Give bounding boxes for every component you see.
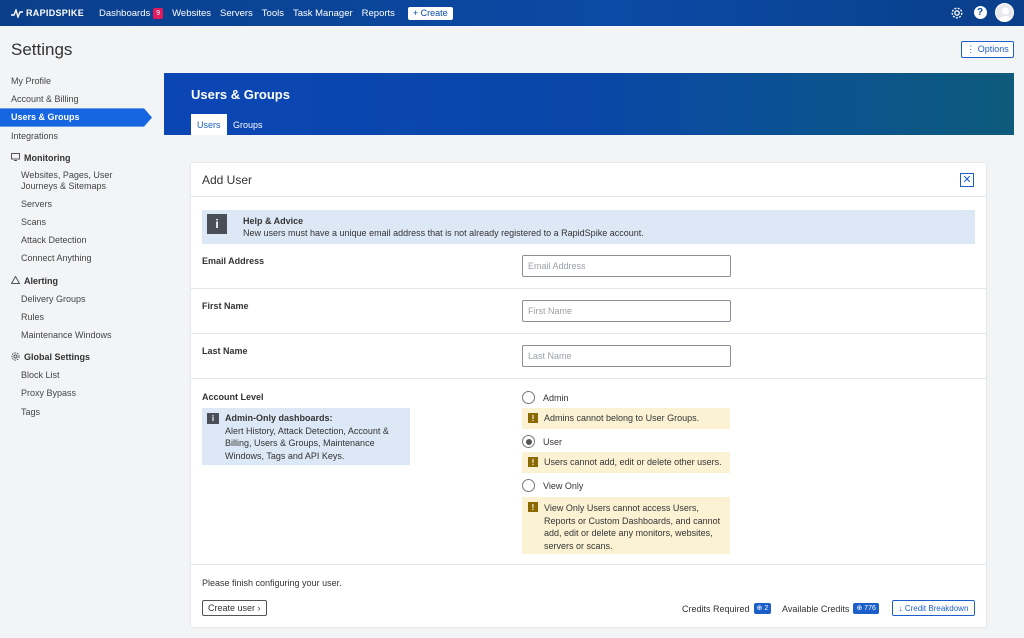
close-button[interactable]: ✕ bbox=[960, 173, 974, 187]
credit-breakdown-button[interactable]: ↓ Credit Breakdown bbox=[892, 600, 975, 616]
gear-icon[interactable] bbox=[949, 5, 965, 21]
user-warning-text: Users cannot add, edit or delete other u… bbox=[544, 457, 722, 467]
sidebar-section-monitoring-label: Monitoring bbox=[24, 152, 71, 163]
create-button[interactable]: + Create bbox=[407, 6, 453, 20]
credits-required: Credits Required ⊕ 2 bbox=[682, 603, 772, 614]
available-credits-badge: ⊕ 776 bbox=[853, 603, 879, 614]
first-name-label: First Name bbox=[202, 301, 249, 311]
close-icon: ✕ bbox=[962, 173, 972, 186]
admin-info-title: Admin-Only dashboards: bbox=[225, 413, 333, 423]
sidebar-item-my-profile[interactable]: My Profile bbox=[0, 72, 152, 90]
warning-icon: ! bbox=[528, 457, 538, 467]
sidebar-section-global-settings: Global Settings bbox=[0, 348, 152, 366]
info-icon: i bbox=[207, 214, 227, 234]
tab-groups[interactable]: Groups bbox=[227, 114, 269, 135]
help-advice-box: i Help & Advice New users must have a un… bbox=[202, 210, 975, 244]
radio-user-label: User bbox=[543, 436, 563, 447]
available-credits-label: Available Credits bbox=[782, 603, 850, 614]
sidebar-section-alerting-label: Alerting bbox=[24, 275, 59, 286]
sidebar-item-scans[interactable]: Scans bbox=[0, 213, 152, 231]
options-button[interactable]: ⋮ Options bbox=[961, 41, 1014, 58]
sidebar-item-websites-pages[interactable]: Websites, Pages, User Journeys & Sitemap… bbox=[0, 167, 130, 195]
credits-required-badge: ⊕ 2 bbox=[753, 603, 772, 614]
nav-reports[interactable]: Reports bbox=[362, 8, 395, 19]
footer-message: Please finish configuring your user. bbox=[202, 578, 342, 588]
card-title: Add User bbox=[202, 172, 253, 187]
nav-dashboards-label: Dashboards bbox=[99, 7, 151, 19]
advice-text: New users must have a unique email addre… bbox=[243, 228, 644, 238]
radio-admin-label: Admin bbox=[543, 392, 569, 403]
admin-warning-text: Admins cannot belong to User Groups. bbox=[544, 413, 700, 423]
warning-icon: ! bbox=[528, 413, 538, 423]
info-icon: i bbox=[207, 413, 219, 424]
sidebar-section-monitoring: Monitoring bbox=[0, 149, 152, 167]
first-name-row: First Name bbox=[191, 289, 986, 334]
rapidspike-logo[interactable]: RAPIDSPIKE bbox=[11, 8, 99, 18]
nav-task-manager[interactable]: Task Manager bbox=[293, 8, 353, 19]
admin-info-text: Alert History, Attack Detection, Account… bbox=[225, 426, 389, 461]
admin-warning: ! Admins cannot belong to User Groups. bbox=[522, 408, 730, 429]
help-icon[interactable]: ? bbox=[972, 5, 988, 21]
radio-view-only[interactable]: View Only bbox=[522, 479, 583, 492]
sidebar-item-delivery-groups[interactable]: Delivery Groups bbox=[0, 290, 152, 308]
settings-sidebar: My Profile Account & Billing Users & Gro… bbox=[0, 72, 152, 421]
warning-icon: ! bbox=[528, 502, 538, 512]
sidebar-item-rules[interactable]: Rules bbox=[0, 308, 152, 326]
avatar[interactable] bbox=[995, 3, 1014, 22]
sidebar-item-attack-detection[interactable]: Attack Detection bbox=[0, 231, 152, 249]
view-only-warning: ! View Only Users cannot access Users, R… bbox=[522, 497, 730, 554]
nav-servers[interactable]: Servers bbox=[220, 8, 253, 19]
gear-icon bbox=[11, 351, 21, 363]
radio-user[interactable]: User bbox=[522, 435, 562, 448]
last-name-label: Last Name bbox=[202, 346, 248, 356]
sidebar-item-tags[interactable]: Tags bbox=[0, 402, 152, 420]
view-only-warning-text: View Only Users cannot access Users, Rep… bbox=[544, 503, 721, 551]
sidebar-item-maintenance-windows[interactable]: Maintenance Windows bbox=[0, 326, 152, 344]
sidebar-item-block-list[interactable]: Block List bbox=[0, 366, 152, 384]
logo-spike-icon bbox=[11, 8, 23, 18]
top-nav: RAPIDSPIKE Dashboards 9 Websites Servers … bbox=[0, 0, 1024, 26]
account-level-label: Account Level bbox=[202, 392, 264, 402]
sidebar-item-account-billing[interactable]: Account & Billing bbox=[0, 90, 152, 108]
sidebar-section-alerting: Alerting bbox=[0, 272, 152, 290]
monitor-icon bbox=[11, 152, 21, 163]
radio-view-only-button[interactable] bbox=[522, 479, 535, 492]
sidebar-item-proxy-bypass[interactable]: Proxy Bypass bbox=[0, 384, 152, 402]
email-label: Email Address bbox=[202, 256, 265, 266]
add-user-card: Add User ✕ i Help & Advice New users mus… bbox=[191, 163, 986, 627]
sidebar-item-integrations[interactable]: Integrations bbox=[0, 127, 152, 145]
page-title: Settings bbox=[11, 40, 73, 59]
card-header: Add User ✕ bbox=[191, 163, 986, 197]
nav-dashboards[interactable]: Dashboards 9 bbox=[99, 7, 164, 19]
email-row: Email Address bbox=[191, 248, 986, 289]
banner-title: Users & Groups bbox=[191, 87, 290, 102]
users-groups-banner: Users & Groups Users Groups bbox=[164, 73, 1014, 135]
radio-view-only-label: View Only bbox=[543, 480, 584, 491]
logo-text: RAPIDSPIKE bbox=[26, 8, 85, 18]
nav-tools[interactable]: Tools bbox=[262, 8, 284, 19]
available-credits: Available Credits ⊕ 776 bbox=[782, 603, 879, 614]
create-user-button[interactable]: Create user › bbox=[202, 600, 267, 616]
help-icon-glyph: ? bbox=[973, 6, 987, 19]
admin-only-info-box: i Admin-Only dashboards: Alert History, … bbox=[202, 408, 410, 465]
warning-icon bbox=[10, 274, 21, 286]
tab-users[interactable]: Users bbox=[191, 114, 227, 135]
last-name-field[interactable] bbox=[522, 345, 731, 367]
sidebar-item-servers[interactable]: Servers bbox=[0, 195, 152, 213]
email-field[interactable] bbox=[522, 255, 731, 277]
sidebar-section-global-settings-label: Global Settings bbox=[24, 352, 91, 363]
credits-required-label: Credits Required bbox=[682, 603, 750, 614]
first-name-field[interactable] bbox=[522, 300, 731, 322]
dashboards-count-badge: 9 bbox=[153, 7, 164, 19]
sidebar-item-users-groups[interactable]: Users & Groups bbox=[0, 108, 152, 127]
radio-admin-button[interactable] bbox=[522, 391, 535, 404]
radio-admin[interactable]: Admin bbox=[522, 391, 569, 404]
nav-right-tools: ? bbox=[942, 3, 1014, 22]
last-name-row: Last Name bbox=[191, 334, 986, 379]
nav-websites[interactable]: Websites bbox=[172, 8, 211, 19]
sidebar-item-connect-anything[interactable]: Connect Anything bbox=[0, 249, 152, 267]
radio-user-button[interactable] bbox=[522, 435, 535, 448]
user-warning: ! Users cannot add, edit or delete other… bbox=[522, 452, 730, 473]
advice-title: Help & Advice bbox=[243, 216, 304, 226]
